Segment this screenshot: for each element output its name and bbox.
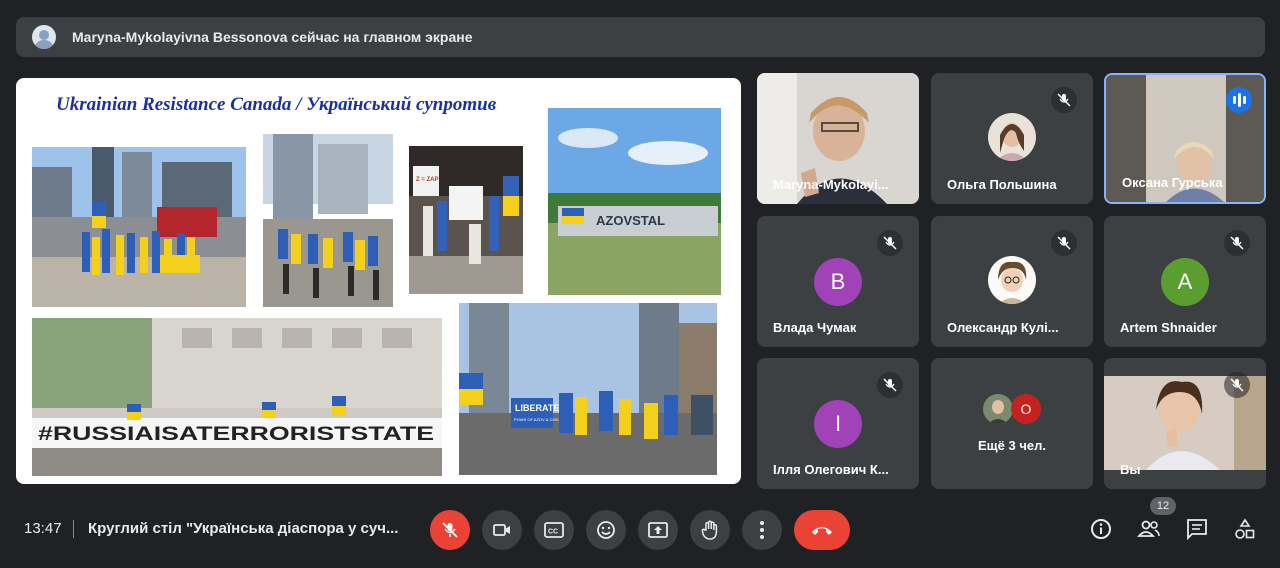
avatar-initial: I xyxy=(814,400,862,448)
sign-zap: Z = ZAP xyxy=(416,177,439,183)
slide-photo-rally-plaza xyxy=(32,147,246,307)
mic-toggle-button[interactable] xyxy=(430,510,470,550)
banner-text: Maryna-Mykolayivna Bessonova сейчас на г… xyxy=(72,29,473,45)
mic-off-icon xyxy=(877,372,903,398)
captions-icon: CC xyxy=(544,522,564,538)
participant-count-badge: 12 xyxy=(1150,497,1176,515)
speaking-indicator-icon xyxy=(1226,87,1252,113)
present-screen-button[interactable] xyxy=(638,510,678,550)
more-icon xyxy=(760,521,764,539)
mic-off-icon xyxy=(877,230,903,256)
sign-liberate: LIBERATE xyxy=(515,403,559,413)
slide-photo-signs: Z = ZAP xyxy=(409,146,523,294)
mic-off-icon xyxy=(442,522,458,538)
participant-name: Олександр Кулі... xyxy=(947,320,1059,335)
participant-tile[interactable]: A Artem Shnaider xyxy=(1104,216,1266,347)
chat-icon xyxy=(1187,519,1207,540)
present-icon xyxy=(648,522,668,538)
divider xyxy=(73,520,74,538)
mic-off-icon xyxy=(1051,87,1077,113)
avatar-initial: B xyxy=(814,258,862,306)
participant-tile[interactable]: B Влада Чумак xyxy=(757,216,919,347)
avatar xyxy=(988,113,1036,161)
camera-toggle-button[interactable] xyxy=(482,510,522,550)
others-avatar-initial: O xyxy=(1011,394,1041,424)
camera-icon xyxy=(493,524,510,536)
clock: 13:47 xyxy=(24,520,62,537)
sign-hashtag: #RUSSIAISATERRORISTSTATE xyxy=(38,424,434,445)
others-label: Ещё 3 чел. xyxy=(978,438,1046,453)
info-icon xyxy=(1091,519,1111,539)
mic-off-icon xyxy=(1224,230,1250,256)
slide-title: Ukrainian Resistance Canada / Українськи… xyxy=(56,94,497,115)
participant-name: Artem Shnaider xyxy=(1120,320,1217,335)
people-icon xyxy=(1137,520,1160,537)
presentation-screen[interactable]: Ukrainian Resistance Canada / Українськи… xyxy=(16,78,741,484)
svg-text:CC: CC xyxy=(548,529,558,536)
mic-off-icon xyxy=(1224,372,1250,398)
slide-photo-hashtag: #RUSSIAISATERRORISTSTATE xyxy=(32,318,442,476)
participant-tile-active[interactable]: Оксана Гурська xyxy=(1104,73,1266,204)
captions-button[interactable]: CC xyxy=(534,510,574,550)
emoji-reaction-button[interactable] xyxy=(586,510,626,550)
participant-tile[interactable]: Олександр Кулі... xyxy=(931,216,1093,347)
more-options-button[interactable] xyxy=(742,510,782,550)
participant-tile[interactable]: Ольга Польшина xyxy=(931,73,1093,204)
others-avatar xyxy=(983,394,1013,424)
participant-name: Ольга Польшина xyxy=(947,177,1057,192)
control-bar: 13:47 Круглий стіл "Українська діаспора … xyxy=(0,497,1280,560)
meeting-info-button[interactable] xyxy=(1088,516,1114,542)
participant-name: Оксана Гурська xyxy=(1122,175,1223,190)
slide-photo-march: LIBERATE POWS OF AZOV & CIVILIANS xyxy=(459,303,717,475)
emoji-icon xyxy=(597,521,615,539)
presenter-avatar xyxy=(32,25,56,49)
slide-photo-azovstal: AZOVSTAL xyxy=(548,108,721,295)
participant-name: Вы xyxy=(1120,462,1141,477)
avatar xyxy=(988,256,1036,304)
participant-tile[interactable]: I Ілля Олегович К... xyxy=(757,358,919,489)
participant-name: Ілля Олегович К... xyxy=(773,462,889,477)
chat-button[interactable] xyxy=(1184,516,1210,542)
participant-name: Влада Чумак xyxy=(773,320,857,335)
meeting-title: Круглий стіл "Українська діаспора у суч.… xyxy=(88,520,399,537)
mic-off-icon xyxy=(1051,230,1077,256)
participant-name: Maryna-Mykolayi... xyxy=(773,177,889,192)
slide-photo-group-downtown xyxy=(263,134,393,307)
sign-azovstal: AZOVSTAL xyxy=(596,213,665,228)
self-tile[interactable]: Вы xyxy=(1104,358,1266,489)
raise-hand-icon xyxy=(701,520,718,540)
activities-icon xyxy=(1235,518,1255,539)
hangup-icon xyxy=(812,527,832,535)
presenting-banner: Maryna-Mykolayivna Bessonova сейчас на г… xyxy=(16,17,1265,57)
people-button[interactable] xyxy=(1136,516,1162,542)
participant-tile[interactable]: Maryna-Mykolayi... xyxy=(757,73,919,204)
leave-call-button[interactable] xyxy=(794,510,850,550)
others-tile[interactable]: O Ещё 3 чел. xyxy=(931,358,1093,489)
raise-hand-button[interactable] xyxy=(690,510,730,550)
activities-button[interactable] xyxy=(1232,516,1258,542)
avatar-initial: A xyxy=(1161,258,1209,306)
